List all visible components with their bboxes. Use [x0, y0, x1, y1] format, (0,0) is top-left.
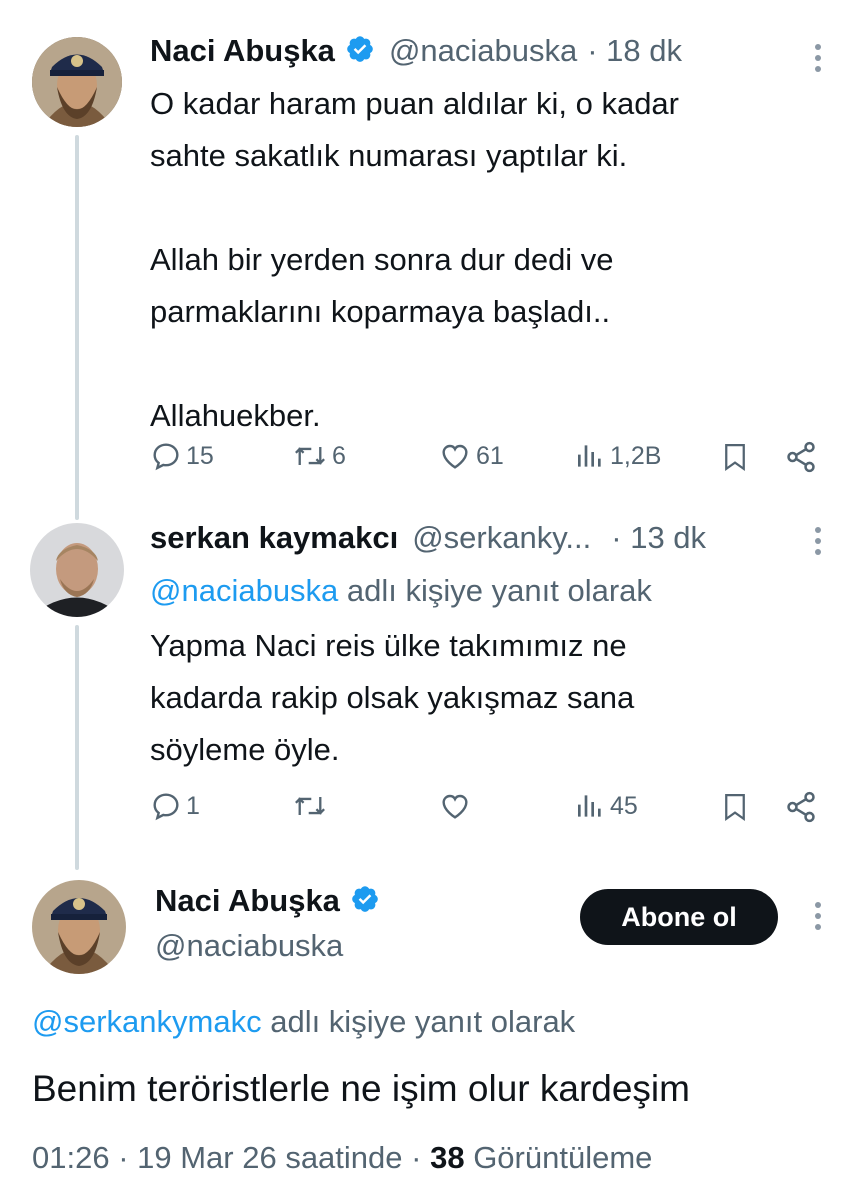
heart-icon [442, 794, 468, 819]
tweet-meta: 01:26 · 19 Mar 26 saatinde · 38 Görüntül… [32, 1140, 652, 1176]
bookmark-icon [725, 794, 745, 822]
more-icon[interactable] [815, 527, 823, 555]
reply-to-text: adlı kişiye yanıt olarak [338, 573, 652, 608]
retweet-icon [295, 447, 325, 465]
reply-icon [153, 443, 179, 471]
views-count: 38 [430, 1140, 465, 1175]
views-icon [578, 445, 601, 467]
reply-icon [153, 793, 179, 821]
avatar[interactable] [32, 880, 126, 974]
verified-badge-icon [345, 34, 375, 69]
views-button[interactable]: 45 [574, 790, 638, 822]
more-icon[interactable] [815, 44, 823, 72]
views-count: 1,2B [610, 441, 662, 470]
reply-button[interactable]: 15 [150, 440, 214, 472]
timestamp[interactable]: · 18 dk [587, 33, 682, 69]
views-count: 45 [610, 791, 638, 820]
author-name[interactable]: serkan kaymakcı [150, 520, 398, 556]
bookmark-icon [725, 444, 745, 472]
reply-context: @serkankymakc adlı kişiye yanıt olarak [32, 1004, 575, 1040]
timestamp[interactable]: · 13 dk [611, 520, 706, 556]
author-handle[interactable]: @serkanky... [412, 520, 591, 556]
views-label: Görüntüleme [473, 1140, 653, 1175]
reply-button[interactable]: 1 [150, 790, 200, 822]
tweet-text: O kadar haram puan aldılar ki, o kadar s… [150, 86, 679, 433]
author-name[interactable]: Naci Abuşka [155, 883, 340, 919]
thread-line-1 [75, 135, 79, 520]
share-icon [787, 791, 815, 823]
share-icon [787, 441, 815, 473]
author-handle[interactable]: @naciabuska [389, 33, 577, 69]
views-button[interactable]: 1,2B [574, 440, 661, 472]
like-button[interactable] [438, 790, 476, 822]
like-button[interactable]: 61 [438, 440, 504, 472]
author-name[interactable]: Naci Abuşka [150, 33, 335, 69]
retweet-button[interactable]: 6 [292, 440, 346, 472]
avatar[interactable] [30, 523, 124, 617]
reply-count: 15 [186, 441, 214, 470]
more-icon[interactable] [815, 902, 823, 930]
tweet-text: Yapma Naci reis ülke takımımız ne kadard… [150, 628, 635, 767]
retweet-button[interactable] [292, 790, 332, 822]
views-icon [578, 795, 601, 817]
tweet-timestamp[interactable]: 01:26 · 19 Mar 26 saatinde · [32, 1140, 421, 1175]
retweet-icon [295, 797, 325, 815]
follow-button[interactable]: Abone ol [580, 889, 778, 945]
reply-count: 1 [186, 791, 200, 820]
reply-context: @naciabuska adlı kişiye yanıt olarak [150, 573, 652, 609]
heart-icon [442, 444, 468, 469]
verified-badge-icon [350, 884, 380, 919]
thread-line-2 [75, 625, 79, 870]
reply-to-text: adlı kişiye yanıt olarak [261, 1004, 576, 1039]
tweet-text: Benim teröristlerle ne işim olur kardeşi… [32, 1068, 690, 1109]
reply-to-link[interactable]: @serkankymakc [32, 1004, 262, 1039]
avatar[interactable] [32, 37, 122, 127]
like-count: 61 [476, 441, 504, 470]
bookmark-button[interactable] [720, 790, 750, 824]
reply-to-link[interactable]: @naciabuska [150, 573, 338, 608]
author-handle[interactable]: @naciabuska [155, 928, 343, 964]
share-button[interactable] [784, 440, 818, 474]
retweet-count: 6 [332, 441, 346, 470]
bookmark-button[interactable] [720, 440, 750, 474]
share-button[interactable] [784, 790, 818, 824]
